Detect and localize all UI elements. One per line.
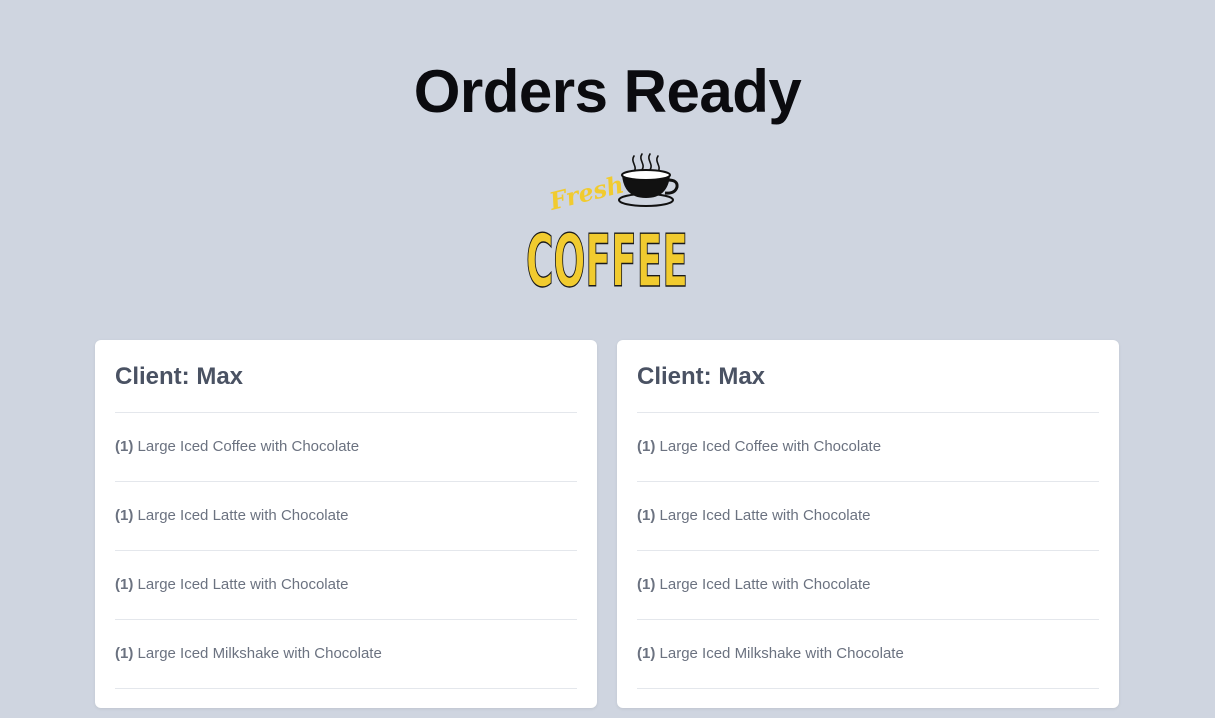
client-heading: Client: Max [637,340,1099,413]
item-quantity: (1) [637,438,656,455]
item-quantity: (1) [115,438,134,455]
order-item: (1) Large Iced Coffee with Chocolate [637,413,1099,482]
orders-list: Client: Max (1) Large Iced Coffee with C… [95,340,1119,708]
item-quantity: (1) [637,507,656,524]
client-heading: Client: Max [115,340,577,413]
item-name: Large Iced Latte with Chocolate [659,576,871,593]
item-name: Large Iced Milkshake with Chocolate [659,645,904,662]
item-quantity: (1) [115,576,134,593]
item-name: Large Iced Coffee with Chocolate [137,438,360,455]
order-item: (1) Large Iced Milkshake with Chocolate [115,620,577,689]
fresh-coffee-logo: Fresh COFFEE [525,153,689,294]
coffee-cup-icon [618,169,679,207]
client-name: Max [196,363,244,390]
item-quantity: (1) [115,645,134,662]
order-card: Client: Max (1) Large Iced Coffee with C… [617,340,1119,708]
item-name: Large Iced Latte with Chocolate [137,576,349,593]
logo-main-word: COFFEE [526,219,688,294]
client-label: Client: [115,363,190,390]
order-item: (1) Large Iced Coffee with Chocolate [115,413,577,482]
order-item: (1) Large Iced Milkshake with Chocolate [637,620,1099,689]
order-item: (1) Large Iced Latte with Chocolate [115,551,577,620]
item-quantity: (1) [115,507,134,524]
item-quantity: (1) [637,576,656,593]
item-name: Large Iced Milkshake with Chocolate [137,645,382,662]
item-name: Large Iced Latte with Chocolate [137,507,349,524]
item-name: Large Iced Coffee with Chocolate [659,438,882,455]
order-card: Client: Max (1) Large Iced Coffee with C… [95,340,597,708]
client-label: Client: [637,363,712,390]
order-item: (1) Large Iced Latte with Chocolate [637,482,1099,551]
order-item: (1) Large Iced Latte with Chocolate [637,551,1099,620]
client-name: Max [718,363,766,390]
item-name: Large Iced Latte with Chocolate [659,507,871,524]
page-title: Orders Ready [413,58,802,125]
order-item: (1) Large Iced Latte with Chocolate [115,482,577,551]
item-quantity: (1) [637,645,656,662]
logo-script-word: Fresh [545,169,626,216]
